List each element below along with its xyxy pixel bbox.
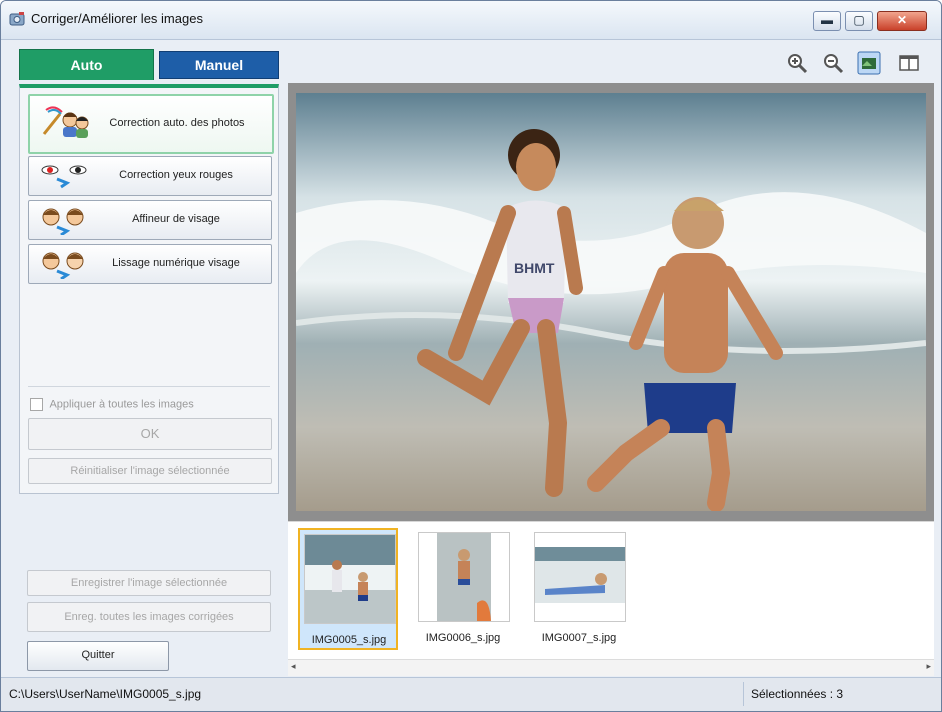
- maximize-button[interactable]: ▢: [845, 11, 873, 31]
- zoom-in-icon[interactable]: [785, 51, 809, 75]
- face-smoothing-button[interactable]: Lissage numérique visage: [28, 244, 272, 284]
- save-all-corrected-button[interactable]: Enreg. toutes les images corrigées: [27, 602, 271, 632]
- tab-auto[interactable]: Auto: [19, 49, 154, 80]
- face-sharpener-button[interactable]: Affineur de visage: [28, 200, 272, 240]
- face-sharpener-icon: [42, 208, 84, 235]
- face-smoothing-label: Lissage numérique visage: [112, 257, 240, 269]
- apply-all-row[interactable]: Appliquer à toutes les images: [30, 398, 194, 411]
- svg-text:BHMT: BHMT: [514, 260, 555, 276]
- auto-photo-correction-button[interactable]: Correction auto. des photos: [28, 94, 274, 154]
- maximize-icon: ▢: [853, 13, 865, 27]
- app-window: Corriger/Améliorer les images ▬ ▢ ✕ Auto…: [0, 0, 942, 712]
- preview-image[interactable]: BHMT: [296, 93, 926, 511]
- reset-selected-image-button[interactable]: Réinitialiser l'image sélectionnée: [28, 458, 272, 484]
- status-bar: C:\Users\UserName\IMG0005_s.jpg Sélectio…: [1, 677, 941, 711]
- thumbnail-caption: IMG0005_s.jpg: [311, 634, 387, 646]
- auto-tab-panel: Correction auto. des photos Correction y…: [19, 84, 279, 494]
- thumbnail-caption: IMG0007_s.jpg: [541, 632, 617, 644]
- thumbnail-strip: IMG0005_s.jpg IMG0006_s.jpg IMG0007_s.jp…: [288, 521, 934, 676]
- horizontal-scrollbar[interactable]: ◂ ▸: [288, 659, 934, 676]
- red-eye-correction-label: Correction yeux rouges: [119, 169, 233, 181]
- file-path: C:\Users\UserName\IMG0005_s.jpg: [9, 687, 202, 701]
- apply-all-checkbox[interactable]: [30, 398, 43, 411]
- close-icon: ✕: [896, 13, 908, 27]
- thumbnail-item[interactable]: IMG0006_s.jpg: [414, 528, 512, 646]
- face-sharpener-label: Affineur de visage: [132, 213, 220, 225]
- apply-all-label: Appliquer à toutes les images: [49, 398, 194, 411]
- auto-photo-correction-label: Correction auto. des photos: [109, 117, 245, 129]
- zoom-out-icon[interactable]: [821, 51, 845, 75]
- minimize-button[interactable]: ▬: [813, 11, 841, 31]
- left-panel: Auto Manuel Correction auto. des photos: [1, 40, 285, 672]
- close-button[interactable]: ✕: [877, 11, 927, 31]
- tab-manuel[interactable]: Manuel: [159, 51, 279, 79]
- red-eye-correction-button[interactable]: Correction yeux rouges: [28, 156, 272, 196]
- minimize-icon: ▬: [821, 13, 833, 27]
- quit-button[interactable]: Quitter: [27, 641, 169, 671]
- face-smoothing-icon: [42, 252, 84, 279]
- window-title: Corriger/Améliorer les images: [31, 11, 203, 26]
- scroll-left-icon[interactable]: ◂: [291, 661, 296, 672]
- selected-count: Sélectionnées : 3: [751, 687, 844, 701]
- thumbnail-item[interactable]: IMG0007_s.jpg: [530, 528, 628, 646]
- auto-photo-correction-icon: [42, 106, 89, 138]
- whole-image-view-icon[interactable]: [857, 51, 881, 75]
- red-eye-icon: [41, 165, 87, 189]
- scroll-right-icon[interactable]: ▸: [926, 661, 931, 672]
- thumbnail-item[interactable]: IMG0005_s.jpg: [298, 528, 398, 650]
- save-group: Enregistrer l'image sélectionnée Enreg. …: [19, 566, 277, 646]
- preview-frame: BHMT: [288, 83, 934, 523]
- thumbnail-caption: IMG0006_s.jpg: [425, 632, 501, 644]
- thumbnail-image: [304, 534, 396, 624]
- compare-view-icon[interactable]: [897, 51, 921, 75]
- panel-divider: [28, 386, 270, 387]
- status-divider: [743, 682, 744, 706]
- save-selected-image-button[interactable]: Enregistrer l'image sélectionnée: [27, 570, 271, 596]
- app-icon: [9, 12, 25, 26]
- title-bar: Corriger/Améliorer les images ▬ ▢ ✕: [1, 1, 941, 40]
- thumbnail-image: [534, 532, 626, 622]
- thumbnail-image: [418, 532, 510, 622]
- ok-button[interactable]: OK: [28, 418, 272, 450]
